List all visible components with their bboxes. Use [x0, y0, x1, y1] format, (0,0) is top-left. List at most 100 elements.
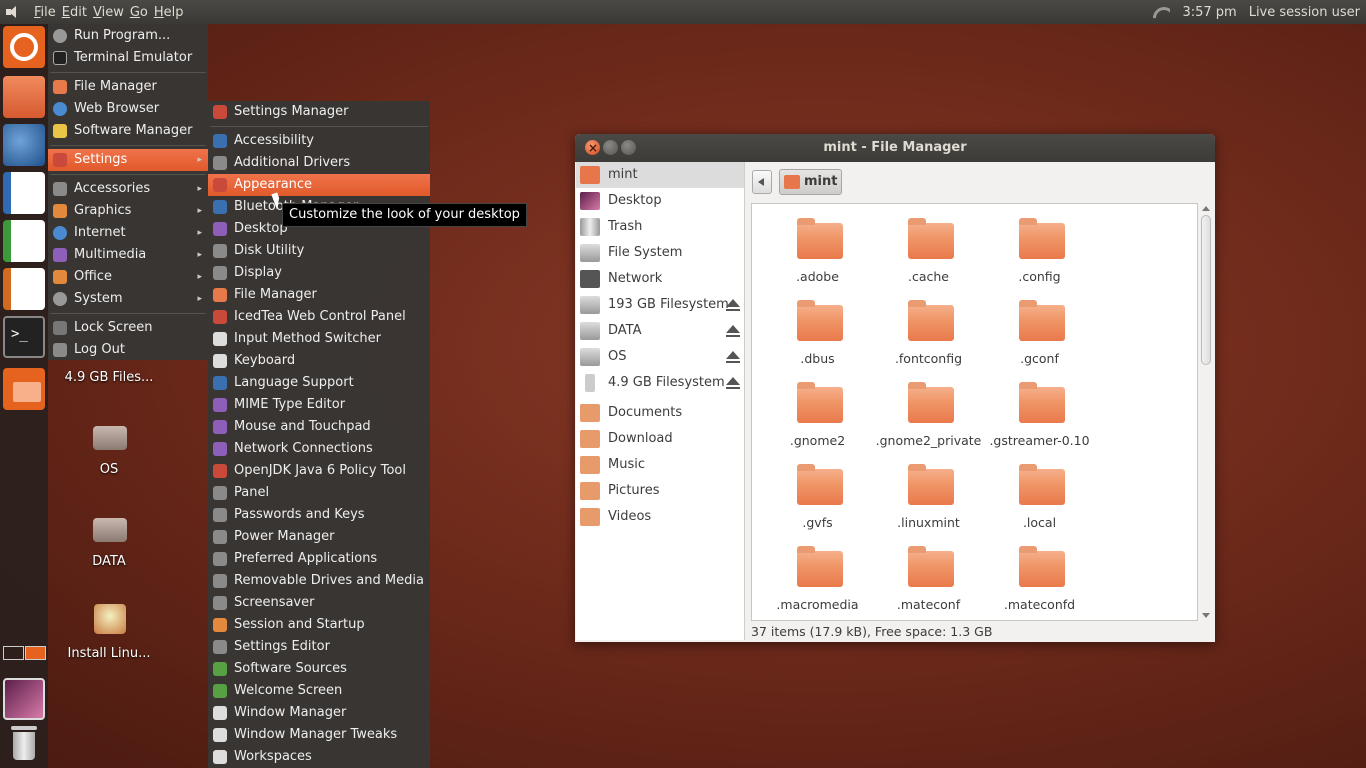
- eject-icon[interactable]: [726, 351, 740, 363]
- menu-item-removable-drives-and-media[interactable]: Removable Drives and Media: [208, 570, 430, 592]
- sidebar-item-desktop[interactable]: Desktop: [576, 188, 744, 214]
- sidebar-item-bookmark[interactable]: Videos: [576, 504, 744, 530]
- maximize-icon[interactable]: [621, 140, 636, 155]
- menu-item-icedtea-web-control-panel[interactable]: IcedTea Web Control Panel: [208, 306, 430, 328]
- desktop-icon-label-filesystem[interactable]: 4.9 GB Files...: [54, 370, 164, 385]
- folder-item[interactable]: .dbus: [762, 296, 873, 378]
- menu-item-settings-editor[interactable]: Settings Editor: [208, 636, 430, 658]
- menu-item-mime-type-editor[interactable]: MIME Type Editor: [208, 394, 430, 416]
- menu-item-welcome-screen[interactable]: Welcome Screen: [208, 680, 430, 702]
- files-launcher-icon[interactable]: [3, 76, 45, 118]
- menu-item-openjdk-java-6-policy-tool[interactable]: OpenJDK Java 6 Policy Tool: [208, 460, 430, 482]
- folder-item[interactable]: .adobe: [762, 214, 873, 296]
- menu-item-additional-drivers[interactable]: Additional Drivers: [208, 152, 430, 174]
- menu-item-workspaces[interactable]: Workspaces: [208, 746, 430, 768]
- menu-item-web-browser[interactable]: Web Browser: [48, 98, 208, 120]
- scroll-down-icon[interactable]: [1202, 613, 1210, 618]
- back-button[interactable]: [752, 170, 772, 194]
- trash-launcher-icon[interactable]: [3, 722, 45, 764]
- writer-launcher-icon[interactable]: [3, 172, 45, 214]
- menu-item-system[interactable]: System ▸: [48, 288, 208, 310]
- folder-item[interactable]: .gnome2: [762, 378, 873, 460]
- folder-item[interactable]: .gvfs: [762, 460, 873, 542]
- sidebar-item-device[interactable]: 193 GB Filesystem: [576, 292, 744, 318]
- menu-item-disk-utility[interactable]: Disk Utility: [208, 240, 430, 262]
- desktop-icon-label-install[interactable]: Install Linu...: [54, 646, 164, 661]
- menu-item-passwords-and-keys[interactable]: Passwords and Keys: [208, 504, 430, 526]
- menu-item-file-manager[interactable]: File Manager: [48, 76, 208, 98]
- menu-item-graphics[interactable]: Graphics ▸: [48, 200, 208, 222]
- menu-item-lock-screen[interactable]: Lock Screen: [48, 317, 208, 339]
- menu-item-internet[interactable]: Internet ▸: [48, 222, 208, 244]
- folder-item[interactable]: .macromedia: [762, 542, 873, 620]
- menu-item-network-connections[interactable]: Network Connections: [208, 438, 430, 460]
- menu-file[interactable]: File: [34, 5, 56, 20]
- session-user[interactable]: Live session user: [1249, 5, 1360, 20]
- menu-item-multimedia[interactable]: Multimedia ▸: [48, 244, 208, 266]
- wifi-icon[interactable]: [1152, 5, 1170, 19]
- sidebar-item-bookmark[interactable]: Documents: [576, 400, 744, 426]
- drive-icon[interactable]: [93, 518, 127, 542]
- breadcrumb-home[interactable]: mint: [779, 169, 843, 195]
- eject-icon[interactable]: [726, 377, 740, 389]
- show-desktop-icon[interactable]: [3, 678, 45, 720]
- file-view[interactable]: .adobe .cache .config .dbus .fontconfig .gcon…: [751, 203, 1198, 621]
- sidebar-item-device[interactable]: OS: [576, 344, 744, 370]
- sidebar-item-bookmark[interactable]: Music: [576, 452, 744, 478]
- menu-item-terminal[interactable]: Terminal Emulator: [48, 47, 208, 69]
- impress-launcher-icon[interactable]: [3, 268, 45, 310]
- terminal-launcher-icon[interactable]: [3, 316, 45, 358]
- volume-icon[interactable]: [4, 3, 26, 21]
- folder-item[interactable]: .local: [984, 460, 1095, 542]
- menu-item-accessibility[interactable]: Accessibility: [208, 130, 430, 152]
- menu-item-window-manager[interactable]: Window Manager: [208, 702, 430, 724]
- sidebar-item-home[interactable]: mint: [576, 162, 744, 188]
- menu-help[interactable]: Help: [154, 5, 184, 20]
- desktop-icon-label-os[interactable]: OS: [54, 462, 164, 477]
- menu-item-display[interactable]: Display: [208, 262, 430, 284]
- drive-icon[interactable]: [93, 426, 127, 450]
- menu-item-appearance[interactable]: Appearance: [208, 174, 430, 196]
- folder-item[interactable]: .fontconfig: [873, 296, 984, 378]
- ubuntu-logo-icon[interactable]: [3, 26, 45, 68]
- sidebar-item-trash[interactable]: Trash: [576, 214, 744, 240]
- folder-item[interactable]: .cache: [873, 214, 984, 296]
- menu-item-accessories[interactable]: Accessories ▸: [48, 178, 208, 200]
- menu-item-window-manager-tweaks[interactable]: Window Manager Tweaks: [208, 724, 430, 746]
- menu-item-software-manager[interactable]: Software Manager: [48, 120, 208, 142]
- sidebar-item-filesystem[interactable]: File System: [576, 240, 744, 266]
- window-titlebar[interactable]: mint - File Manager: [575, 134, 1215, 162]
- folder-item[interactable]: .mateconfd: [984, 542, 1095, 620]
- menu-item-screensaver[interactable]: Screensaver: [208, 592, 430, 614]
- installer-icon[interactable]: [94, 604, 126, 634]
- menu-item-panel[interactable]: Panel: [208, 482, 430, 504]
- sidebar-item-bookmark[interactable]: Pictures: [576, 478, 744, 504]
- menu-item-keyboard[interactable]: Keyboard: [208, 350, 430, 372]
- menu-go[interactable]: Go: [130, 5, 148, 20]
- menu-edit[interactable]: Edit: [62, 5, 87, 20]
- desktop-icon-label-data[interactable]: DATA: [54, 554, 164, 569]
- close-icon[interactable]: [585, 134, 600, 162]
- menu-item-software-sources[interactable]: Software Sources: [208, 658, 430, 680]
- menu-item-session-and-startup[interactable]: Session and Startup: [208, 614, 430, 636]
- folder-item[interactable]: .mateconf: [873, 542, 984, 620]
- calc-launcher-icon[interactable]: [3, 220, 45, 262]
- menu-item-file-manager[interactable]: File Manager: [208, 284, 430, 306]
- file-manager-running-icon[interactable]: [3, 368, 45, 410]
- menu-item-preferred-applications[interactable]: Preferred Applications: [208, 548, 430, 570]
- sidebar-item-bookmark[interactable]: Download: [576, 426, 744, 452]
- menu-item-run-program[interactable]: Run Program...: [48, 25, 208, 47]
- folder-item[interactable]: .gstreamer-0.10: [984, 378, 1095, 460]
- minimize-icon[interactable]: [603, 140, 618, 155]
- vertical-scrollbar[interactable]: [1200, 203, 1212, 621]
- menu-item-settings-manager[interactable]: Settings Manager: [208, 101, 430, 123]
- sidebar-item-device[interactable]: DATA: [576, 318, 744, 344]
- clock[interactable]: 3:57 pm: [1182, 5, 1236, 20]
- eject-icon[interactable]: [726, 325, 740, 337]
- menu-item-input-method-switcher[interactable]: Input Method Switcher: [208, 328, 430, 350]
- menu-item-office[interactable]: Office ▸: [48, 266, 208, 288]
- folder-item[interactable]: .config: [984, 214, 1095, 296]
- scroll-thumb[interactable]: [1201, 215, 1211, 365]
- folder-item[interactable]: .gconf: [984, 296, 1095, 378]
- scroll-up-icon[interactable]: [1202, 206, 1210, 211]
